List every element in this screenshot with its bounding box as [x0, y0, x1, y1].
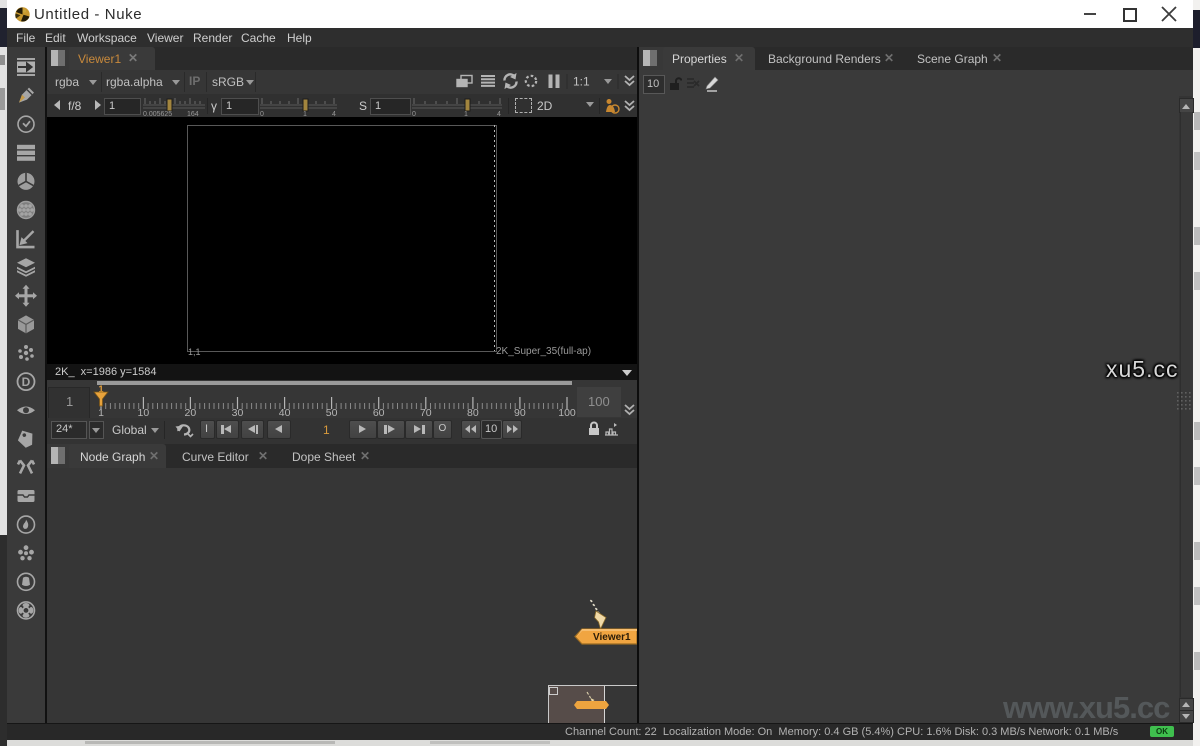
- svg-text:10: 10: [138, 407, 150, 418]
- svg-text:D: D: [22, 375, 31, 389]
- svg-text:100: 100: [558, 407, 576, 418]
- svg-text:70: 70: [420, 407, 432, 418]
- svg-text:60: 60: [373, 407, 385, 418]
- svg-text:40: 40: [279, 407, 291, 418]
- svg-text:1: 1: [98, 407, 104, 418]
- svg-text:30: 30: [232, 407, 244, 418]
- svg-text:80: 80: [467, 407, 479, 418]
- svg-text:20: 20: [185, 407, 197, 418]
- svg-text:1:1: 1:1: [573, 75, 590, 89]
- svg-text:90: 90: [514, 407, 526, 418]
- svg-text:Viewer1: Viewer1: [593, 632, 631, 643]
- svg-text:50: 50: [326, 407, 338, 418]
